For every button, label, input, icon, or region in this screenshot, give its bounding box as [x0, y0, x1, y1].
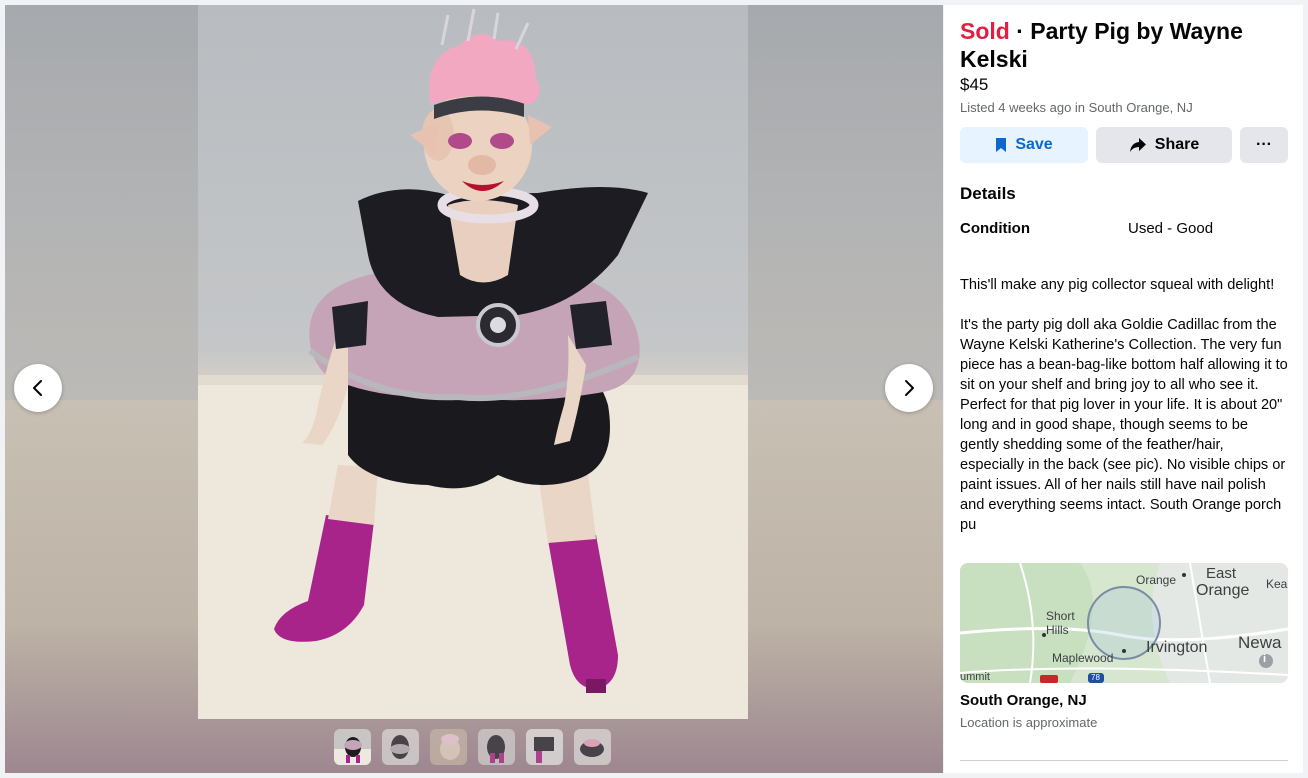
location-note: Location is approximate — [960, 715, 1098, 730]
chevron-right-icon — [905, 380, 914, 396]
condition-value: Used - Good — [1128, 220, 1214, 237]
thumbnail-2[interactable] — [382, 729, 419, 765]
route-shield-label: 78 — [1091, 673, 1100, 682]
map-label-maplewood: Maplewood — [1052, 651, 1114, 665]
media-viewer — [5, 5, 943, 773]
section-divider — [960, 760, 1288, 761]
listing-title: Sold · Party Pig by Wayne Kelski — [960, 17, 1290, 73]
thumbnail-4[interactable] — [478, 729, 515, 765]
info-icon[interactable]: i — [1263, 653, 1266, 665]
next-photo-button[interactable] — [885, 364, 933, 412]
chevron-left-icon — [33, 380, 42, 396]
thumbnail-5[interactable] — [526, 729, 563, 765]
thumbnail-image — [334, 729, 371, 765]
thumbnail-image — [526, 729, 563, 765]
description-paragraph-1: This'll make any pig collector squeal wi… — [960, 277, 1275, 293]
map-label-east: East — [1206, 565, 1237, 582]
share-arrow-icon — [1129, 138, 1146, 152]
map-label-orange: Orange — [1136, 573, 1177, 587]
description-paragraph-2: It's the party pig doll aka Goldie Cadil… — [960, 317, 1288, 533]
map-label-short: Short — [1046, 609, 1075, 623]
bookmark-icon — [996, 138, 1007, 152]
photo-thumbnails — [334, 729, 611, 765]
listed-info: Listed 4 weeks ago in South Orange, NJ — [960, 100, 1193, 115]
map-label-east-orange: Orange — [1196, 582, 1250, 599]
thumbnail-image — [478, 729, 515, 765]
save-button[interactable]: Save — [960, 127, 1088, 163]
details-heading: Details — [960, 184, 1016, 203]
title-separator: · — [1016, 18, 1024, 44]
more-icon: ··· — [1256, 136, 1272, 153]
map-label-summit: ummit — [960, 671, 990, 683]
location-map[interactable]: Orange East Orange Kea Short Hills Irvin… — [960, 563, 1288, 683]
listing-details-panel: Sold · Party Pig by Wayne Kelski $45 Lis… — [944, 5, 1303, 773]
location-name: South Orange, NJ — [960, 692, 1087, 709]
thumbnail-image — [430, 729, 467, 765]
thumbnail-6[interactable] — [574, 729, 611, 765]
thumbnail-image — [382, 729, 419, 765]
map-label-newark: Newa — [1238, 633, 1282, 652]
condition-label: Condition — [960, 220, 1030, 237]
pig-doll-image — [198, 8, 748, 719]
thumbnail-3[interactable] — [430, 729, 467, 765]
map-label-hills: Hills — [1046, 623, 1069, 637]
map-label-irvington: Irvington — [1146, 639, 1208, 656]
previous-photo-button[interactable] — [14, 364, 62, 412]
price: $45 — [960, 75, 989, 94]
map-label-kea: Kea — [1266, 577, 1288, 591]
thumbnail-image — [574, 729, 611, 765]
description: This'll make any pig collector squeal wi… — [960, 275, 1288, 555]
share-button[interactable]: Share — [1096, 127, 1232, 163]
listing-photo — [198, 5, 748, 719]
more-options-button[interactable]: ··· — [1240, 127, 1288, 163]
save-label: Save — [1015, 136, 1053, 153]
share-label: Share — [1154, 136, 1200, 153]
thumbnail-1[interactable] — [334, 729, 371, 765]
sold-status: Sold — [960, 18, 1010, 44]
map-image — [960, 563, 1288, 683]
